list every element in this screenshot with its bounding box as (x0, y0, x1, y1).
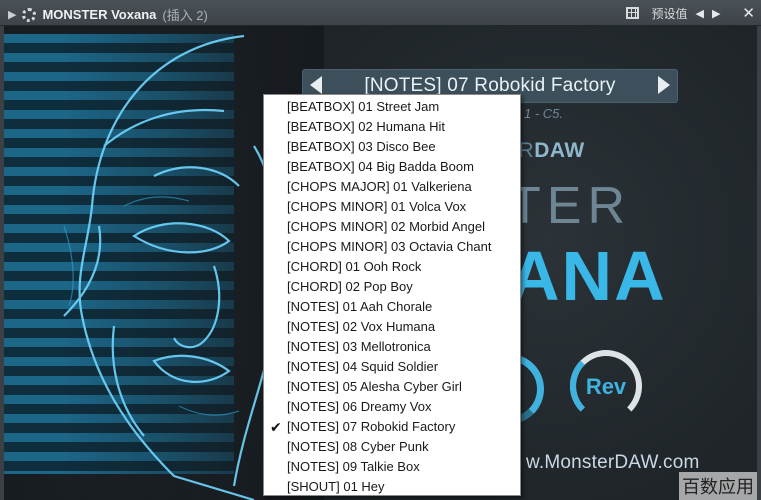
gear-icon[interactable] (22, 7, 37, 22)
menu-item-label: [CHOPS MINOR] 03 Octavia Chant (287, 239, 492, 254)
browse-presets-icon[interactable] (626, 7, 640, 19)
menu-item-label: [NOTES] 01 Aah Chorale (287, 299, 433, 314)
menu-item-label: [NOTES] 08 Cyber Punk (287, 439, 429, 454)
key-range-text: 1 - C5. (524, 106, 564, 121)
titlebar-left: ▶ MONSTER Voxana (插入 2) (8, 5, 208, 24)
menu-item[interactable]: [NOTES] 08 Cyber Punk (264, 437, 520, 457)
menu-item[interactable]: [CHORD] 02 Pop Boy (264, 277, 520, 297)
plugin-title: MONSTER Voxana (42, 7, 157, 22)
plugin-titlebar: ▶ MONSTER Voxana (插入 2) 预设值 ◀ ▶ ✕ (0, 0, 761, 26)
next-preset-arrow-icon[interactable] (658, 76, 670, 94)
menu-item[interactable]: [CHOPS MINOR] 03 Octavia Chant (264, 237, 520, 257)
menu-item[interactable]: [CHOPS MINOR] 01 Volca Vox (264, 197, 520, 217)
menu-item[interactable]: [BEATBOX] 02 Humana Hit (264, 117, 520, 137)
menu-item-label: [CHORD] 01 Ooh Rock (287, 259, 422, 274)
menu-item-label: [NOTES] 09 Talkie Box (287, 459, 420, 474)
menu-item[interactable]: [BEATBOX] 03 Disco Bee (264, 137, 520, 157)
menu-item-label: [CHOPS MINOR] 02 Morbid Angel (287, 219, 485, 234)
menu-item-label: [CHOPS MAJOR] 01 Valkeriena (287, 179, 472, 194)
menu-item-label: [NOTES] 02 Vox Humana (287, 319, 436, 334)
menu-item[interactable]: [BEATBOX] 04 Big Badda Boom (264, 157, 520, 177)
menu-item-label: [BEATBOX] 04 Big Badda Boom (287, 159, 474, 174)
menu-item-label: [CHOPS MINOR] 01 Volca Vox (287, 199, 467, 214)
menu-item-label: [CHORD] 02 Pop Boy (287, 279, 413, 294)
brand-suffix: DAW (534, 139, 585, 162)
close-button[interactable]: ✕ (742, 4, 755, 22)
menu-item[interactable]: [BEATBOX] 01 Street Jam (264, 97, 520, 117)
plugin-slot-label: (插入 2) (162, 8, 208, 23)
menu-item-label: [BEATBOX] 03 Disco Bee (287, 139, 436, 154)
prev-preset-button[interactable]: ◀ (695, 7, 703, 20)
menu-item-label: [NOTES] 04 Squid Soldier (287, 359, 439, 374)
menu-item[interactable]: [NOTES] 04 Squid Soldier (264, 357, 520, 377)
menu-item-label: [BEATBOX] 02 Humana Hit (287, 119, 445, 134)
menu-item-label: [NOTES] 06 Dreamy Vox (287, 399, 432, 414)
menu-item-label: [NOTES] 05 Alesha Cyber Girl (287, 379, 462, 394)
product-name-line2: ANA (509, 237, 667, 315)
product-name-line1: TER (509, 177, 631, 235)
menu-item[interactable]: [CHORD] 01 Ooh Rock (264, 257, 520, 277)
watermark: 百数应用 (679, 472, 757, 500)
preset-dropdown-menu: [BEATBOX] 01 Street Jam [BEATBOX] 02 Huma… (263, 94, 521, 496)
menu-item-label: [NOTES] 07 Robokid Factory (287, 419, 456, 434)
website-link[interactable]: w.MonsterDAW.com (526, 452, 700, 474)
presets-label[interactable]: 预设值 (651, 5, 687, 22)
menu-item[interactable]: [NOTES] 05 Alesha Cyber Girl (264, 377, 520, 397)
reverb-knob-label: Rev (585, 374, 627, 399)
menu-item-label: [SHOUT] 01 Hey (287, 479, 385, 494)
menu-item[interactable]: [SHOUT] 01 Hey (264, 477, 520, 497)
next-preset-button[interactable]: ▶ (712, 7, 720, 20)
menu-item[interactable]: [NOTES] 02 Vox Humana (264, 317, 520, 337)
menu-item[interactable]: [NOTES] 06 Dreamy Vox (264, 397, 520, 417)
menu-item[interactable]: ✔ [NOTES] 07 Robokid Factory (264, 417, 520, 437)
menu-item-label: [BEATBOX] 01 Street Jam (287, 99, 440, 114)
menu-item[interactable]: [NOTES] 01 Aah Chorale (264, 297, 520, 317)
menu-item[interactable]: [CHOPS MINOR] 02 Morbid Angel (264, 217, 520, 237)
menu-item[interactable]: [NOTES] 03 Mellotronica (264, 337, 520, 357)
checkmark-icon: ✔ (270, 419, 282, 435)
window-menu-arrow-icon[interactable]: ▶ (8, 8, 16, 21)
menu-item[interactable]: [CHOPS MAJOR] 01 Valkeriena (264, 177, 520, 197)
menu-item-label: [NOTES] 03 Mellotronica (287, 339, 431, 354)
titlebar-right: 预设值 ◀ ▶ ✕ (626, 4, 755, 22)
menu-item[interactable]: [NOTES] 09 Talkie Box (264, 457, 520, 477)
